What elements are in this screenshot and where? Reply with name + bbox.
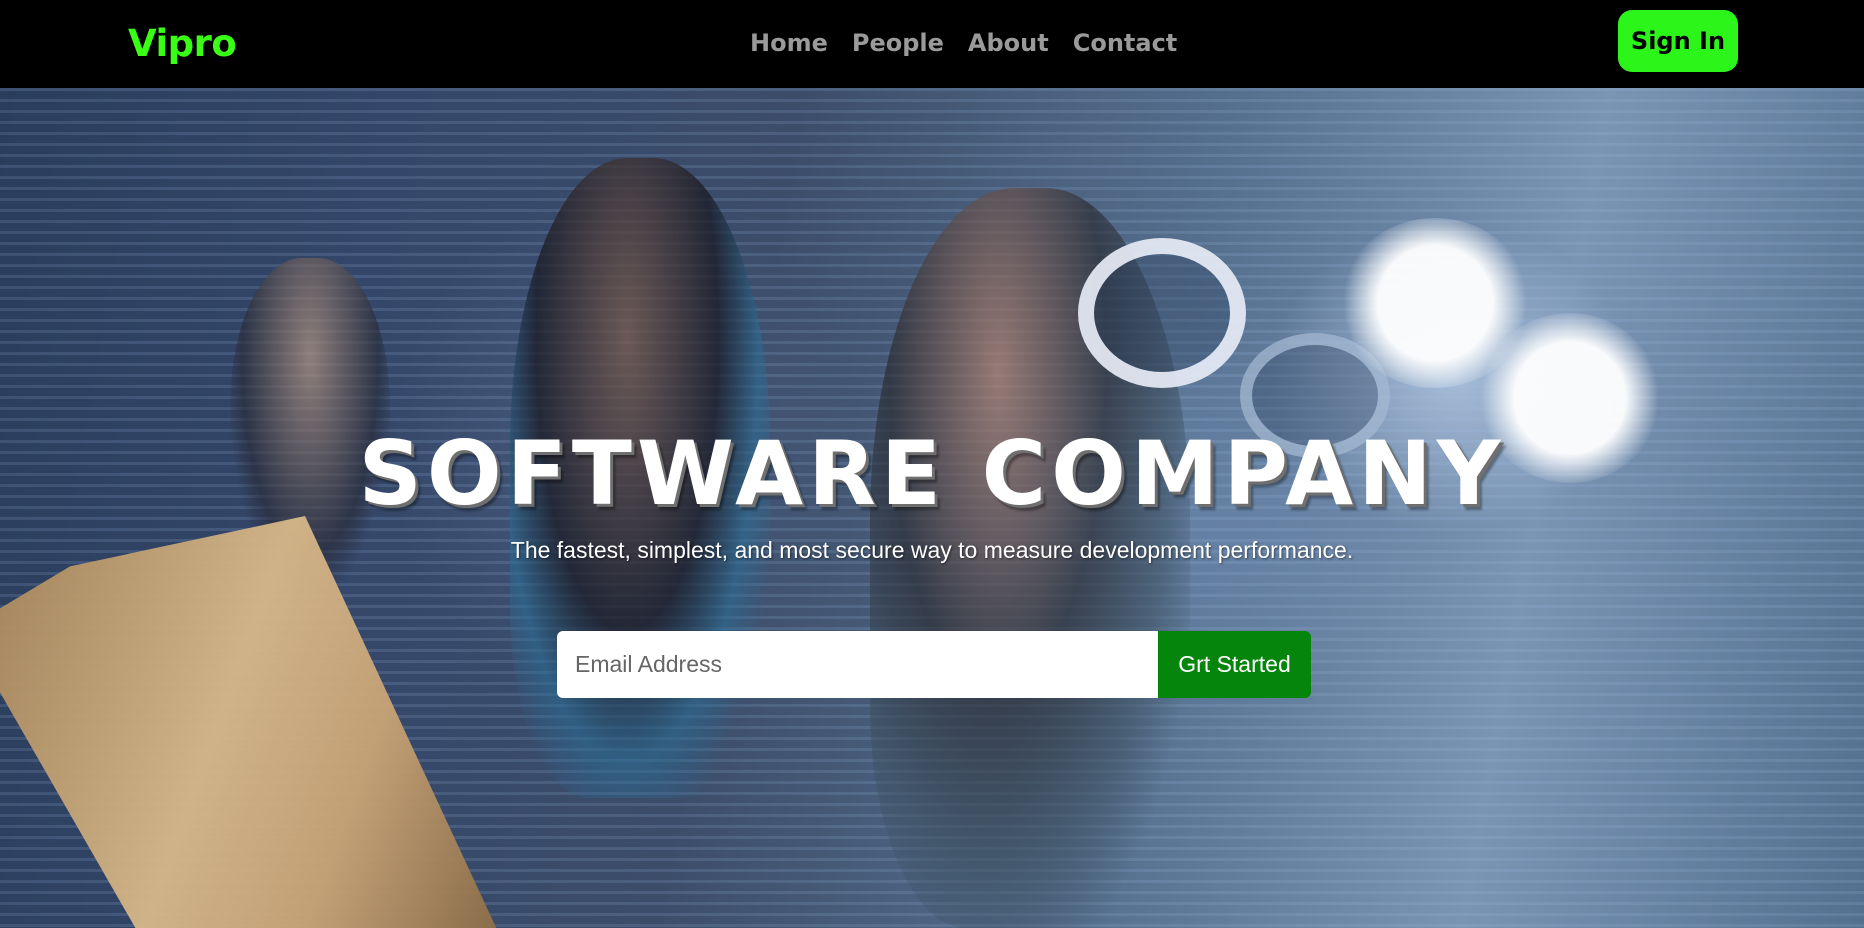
nav-link-contact[interactable]: Contact (1073, 29, 1178, 57)
nav-links: Home People About Contact (750, 29, 1177, 57)
nav-link-people[interactable]: People (852, 29, 944, 57)
hero-subtitle: The fastest, simplest, and most secure w… (510, 537, 1354, 563)
navbar: Vipro Home People About Contact Sign In (0, 0, 1864, 88)
hero-title: SOFTWARE COMPANY (358, 422, 1506, 525)
brand-logo[interactable]: Vipro (128, 22, 237, 65)
signup-form: Grt Started (557, 631, 1311, 698)
sign-in-button[interactable]: Sign In (1618, 10, 1738, 72)
email-input[interactable] (557, 631, 1158, 698)
hero-decor-ring-large (1078, 238, 1246, 388)
nav-link-home[interactable]: Home (750, 29, 828, 57)
get-started-button[interactable]: Grt Started (1158, 631, 1311, 698)
nav-link-about[interactable]: About (968, 29, 1049, 57)
